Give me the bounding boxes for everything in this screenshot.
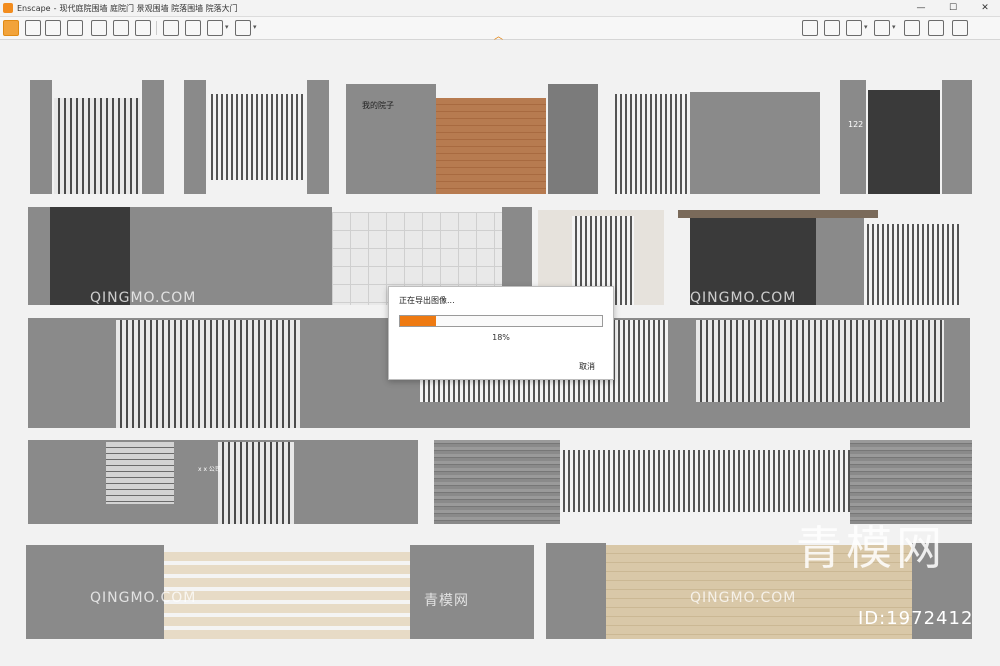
export-progress-bar <box>399 315 603 327</box>
stone-wall-render <box>434 440 560 524</box>
progress-percent: 18% <box>492 333 510 342</box>
map-pin-icon[interactable] <box>113 20 129 36</box>
map-icon[interactable] <box>802 20 818 36</box>
gate-pillar <box>30 80 52 194</box>
chevron-down-icon[interactable]: ▾ <box>225 23 229 31</box>
building-icon[interactable] <box>135 20 151 36</box>
link-icon[interactable] <box>25 20 41 36</box>
cancel-button[interactable]: 取消 <box>579 361 595 372</box>
minimize-button[interactable]: — <box>906 0 936 16</box>
fence-render <box>560 450 850 512</box>
batch-export-icon[interactable] <box>207 20 223 36</box>
gate-render <box>54 98 140 194</box>
home-icon[interactable] <box>3 20 19 36</box>
title-bar: Enscape - 现代庭院围墙 庭院门 景观围墙 院落围墙 院落大门 — ☐ … <box>0 0 1000 17</box>
house-number: 122 <box>848 120 864 129</box>
gate-render <box>690 218 816 305</box>
slat-gate-render <box>164 552 410 639</box>
black-gate-render <box>50 207 130 305</box>
asset-library-icon[interactable] <box>846 20 862 36</box>
paint-icon[interactable] <box>91 20 107 36</box>
plate-text: 我的院子 <box>362 101 394 110</box>
gate-pillar <box>184 80 206 194</box>
wall-render <box>548 84 598 194</box>
gate-render <box>218 442 294 524</box>
gate-pillar <box>142 80 164 194</box>
chevron-down-icon[interactable]: ▾ <box>253 23 257 31</box>
gate-pillar <box>840 80 866 194</box>
chevron-down-icon[interactable]: ▾ <box>864 23 868 31</box>
book-icon[interactable] <box>874 20 890 36</box>
app-name: Enscape <box>17 3 51 13</box>
dialog-title: 正在导出图像... <box>399 296 455 305</box>
gate-render <box>868 90 940 194</box>
wood-gate-render <box>436 98 546 194</box>
settings-icon[interactable] <box>928 20 944 36</box>
panorama-icon[interactable] <box>163 20 179 36</box>
progress-fill <box>400 316 437 326</box>
gate-pillar <box>307 80 329 194</box>
screenshot-icon[interactable] <box>185 20 201 36</box>
window-title: 现代庭院围墙 庭院门 景观围墙 院落围墙 院落大门 <box>59 3 238 13</box>
gate-render <box>208 94 306 180</box>
export-dialog: 正在导出图像... 18% 取消 <box>388 286 614 380</box>
box-icon[interactable] <box>904 20 920 36</box>
wall-render <box>410 545 534 639</box>
gate-pillar <box>942 80 972 194</box>
video-icon[interactable] <box>235 20 251 36</box>
company-sign: x x 公司 <box>198 466 221 473</box>
gate-render <box>612 94 688 194</box>
watermark-large: 青模网 <box>796 521 946 575</box>
close-button[interactable]: ✕ <box>970 0 1000 16</box>
chevron-down-icon[interactable]: ▾ <box>892 23 896 31</box>
maximize-button[interactable]: ☐ <box>938 0 968 16</box>
wall-render <box>546 543 606 639</box>
gate-render <box>116 320 300 428</box>
id-label: ID:1972412 <box>858 608 974 629</box>
help-icon[interactable] <box>952 20 968 36</box>
enscape-logo-icon <box>3 3 13 13</box>
binoculars-icon[interactable] <box>67 20 83 36</box>
gate-render <box>864 224 960 305</box>
wall-render <box>816 218 864 305</box>
wall-render <box>26 545 164 639</box>
wall-render <box>690 92 820 194</box>
bim-icon[interactable] <box>45 20 61 36</box>
gate-render <box>696 320 944 402</box>
canopy-render <box>678 210 878 218</box>
gate-render <box>106 442 174 504</box>
monitor-icon[interactable] <box>824 20 840 36</box>
